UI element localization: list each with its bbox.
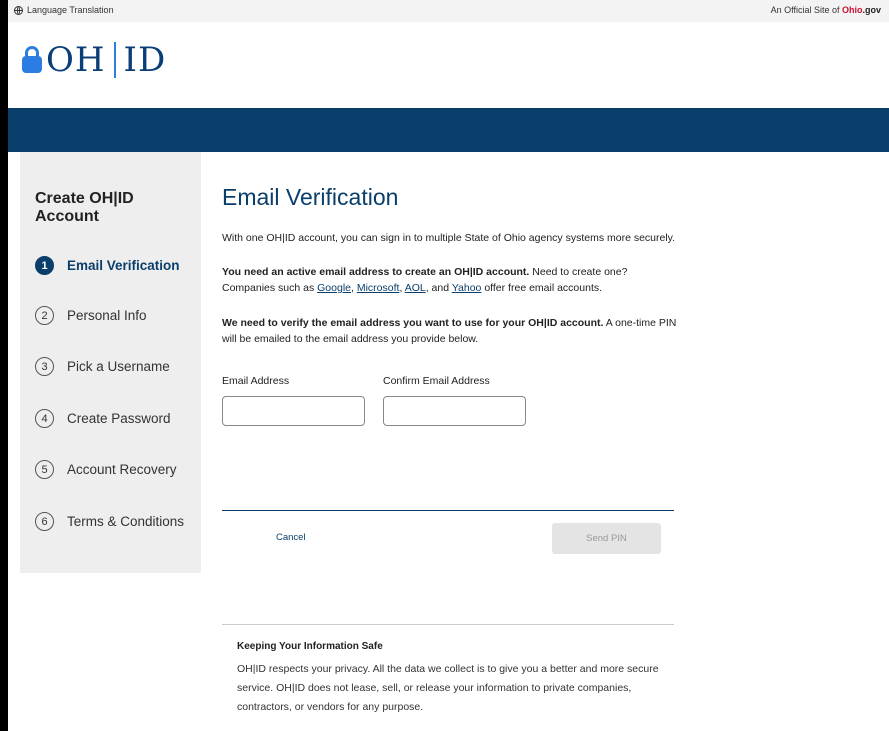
separator-comma: ,: [351, 282, 354, 294]
intro-text: With one OH|ID account, you can sign in …: [222, 232, 676, 244]
step-number: 6: [35, 512, 54, 531]
email-requirement-end: offer free email accounts.: [481, 282, 603, 294]
aol-link[interactable]: AOL: [405, 282, 426, 294]
step-label: Personal Info: [67, 308, 147, 323]
email-address-label: Email Address: [222, 375, 290, 387]
send-pin-button[interactable]: Send PIN: [552, 523, 661, 554]
step-label: Terms & Conditions: [67, 514, 185, 529]
step-number: 2: [35, 306, 54, 325]
separator-and: , and: [425, 282, 452, 294]
step-number: 5: [35, 460, 54, 479]
step-terms-conditions: 6 Terms & Conditions: [35, 512, 184, 531]
sidebar-title: Create OH|ID Account: [35, 190, 134, 225]
language-translation-label: Language Translation: [27, 5, 114, 15]
microsoft-link[interactable]: Microsoft: [357, 282, 400, 294]
official-site-prefix: An Official Site of: [770, 5, 842, 15]
ohio-logo-hio: hio: [848, 5, 863, 15]
confirm-email-input[interactable]: [383, 396, 526, 426]
email-address-input[interactable]: [222, 396, 365, 426]
google-link[interactable]: Google: [317, 282, 351, 294]
step-create-password: 4 Create Password: [35, 409, 171, 428]
info-safe-text: OH|ID respects your privacy. All the dat…: [237, 663, 659, 713]
ohio-logo-o: O: [841, 5, 849, 15]
logo-text-id: ID: [123, 40, 167, 80]
step-label: Email Verification: [67, 258, 180, 273]
step-label: Account Recovery: [67, 462, 177, 477]
email-requirement-bold: You need an active email address to crea…: [222, 266, 530, 278]
info-safe-title: Keeping Your Information Safe: [237, 641, 383, 652]
step-personal-info: 2 Personal Info: [35, 306, 147, 325]
confirm-email-label: Confirm Email Address: [383, 375, 490, 387]
official-site-notice: An Official Site of Ohio.gov: [771, 5, 881, 15]
yahoo-link[interactable]: Yahoo: [452, 282, 482, 294]
globe-icon: [14, 5, 23, 15]
logo-divider: [113, 42, 116, 78]
verify-text-bold: We need to verify the email address you …: [222, 317, 604, 329]
cancel-button[interactable]: Cancel: [276, 532, 306, 543]
logo-text-oh: OH: [46, 40, 106, 80]
form-divider: [222, 510, 674, 511]
step-label: Pick a Username: [67, 359, 170, 374]
header-banner: [8, 108, 889, 152]
language-translation-link[interactable]: Language Translation: [14, 5, 114, 15]
step-number: 1: [35, 256, 54, 275]
step-label: Create Password: [67, 411, 171, 426]
verify-text: We need to verify the email address you …: [222, 315, 682, 347]
progress-sidebar: Create OH|ID Account 1 Email Verificatio…: [20, 152, 201, 573]
step-account-recovery: 5 Account Recovery: [35, 460, 177, 479]
section-divider: [222, 624, 674, 625]
step-email-verification: 1 Email Verification: [35, 256, 180, 275]
ohio-logo-gov: .gov: [862, 5, 881, 15]
step-pick-username: 3 Pick a Username: [35, 357, 170, 376]
window-left-edge: [0, 0, 8, 731]
ohid-logo[interactable]: OH ID: [22, 42, 166, 78]
email-requirement-text: You need an active email address to crea…: [222, 264, 682, 296]
lock-icon: [22, 46, 42, 74]
step-number: 4: [35, 409, 54, 428]
step-number: 3: [35, 357, 54, 376]
top-utility-bar: Language Translation An Official Site of…: [8, 0, 889, 22]
page-title: Email Verification: [222, 184, 399, 210]
